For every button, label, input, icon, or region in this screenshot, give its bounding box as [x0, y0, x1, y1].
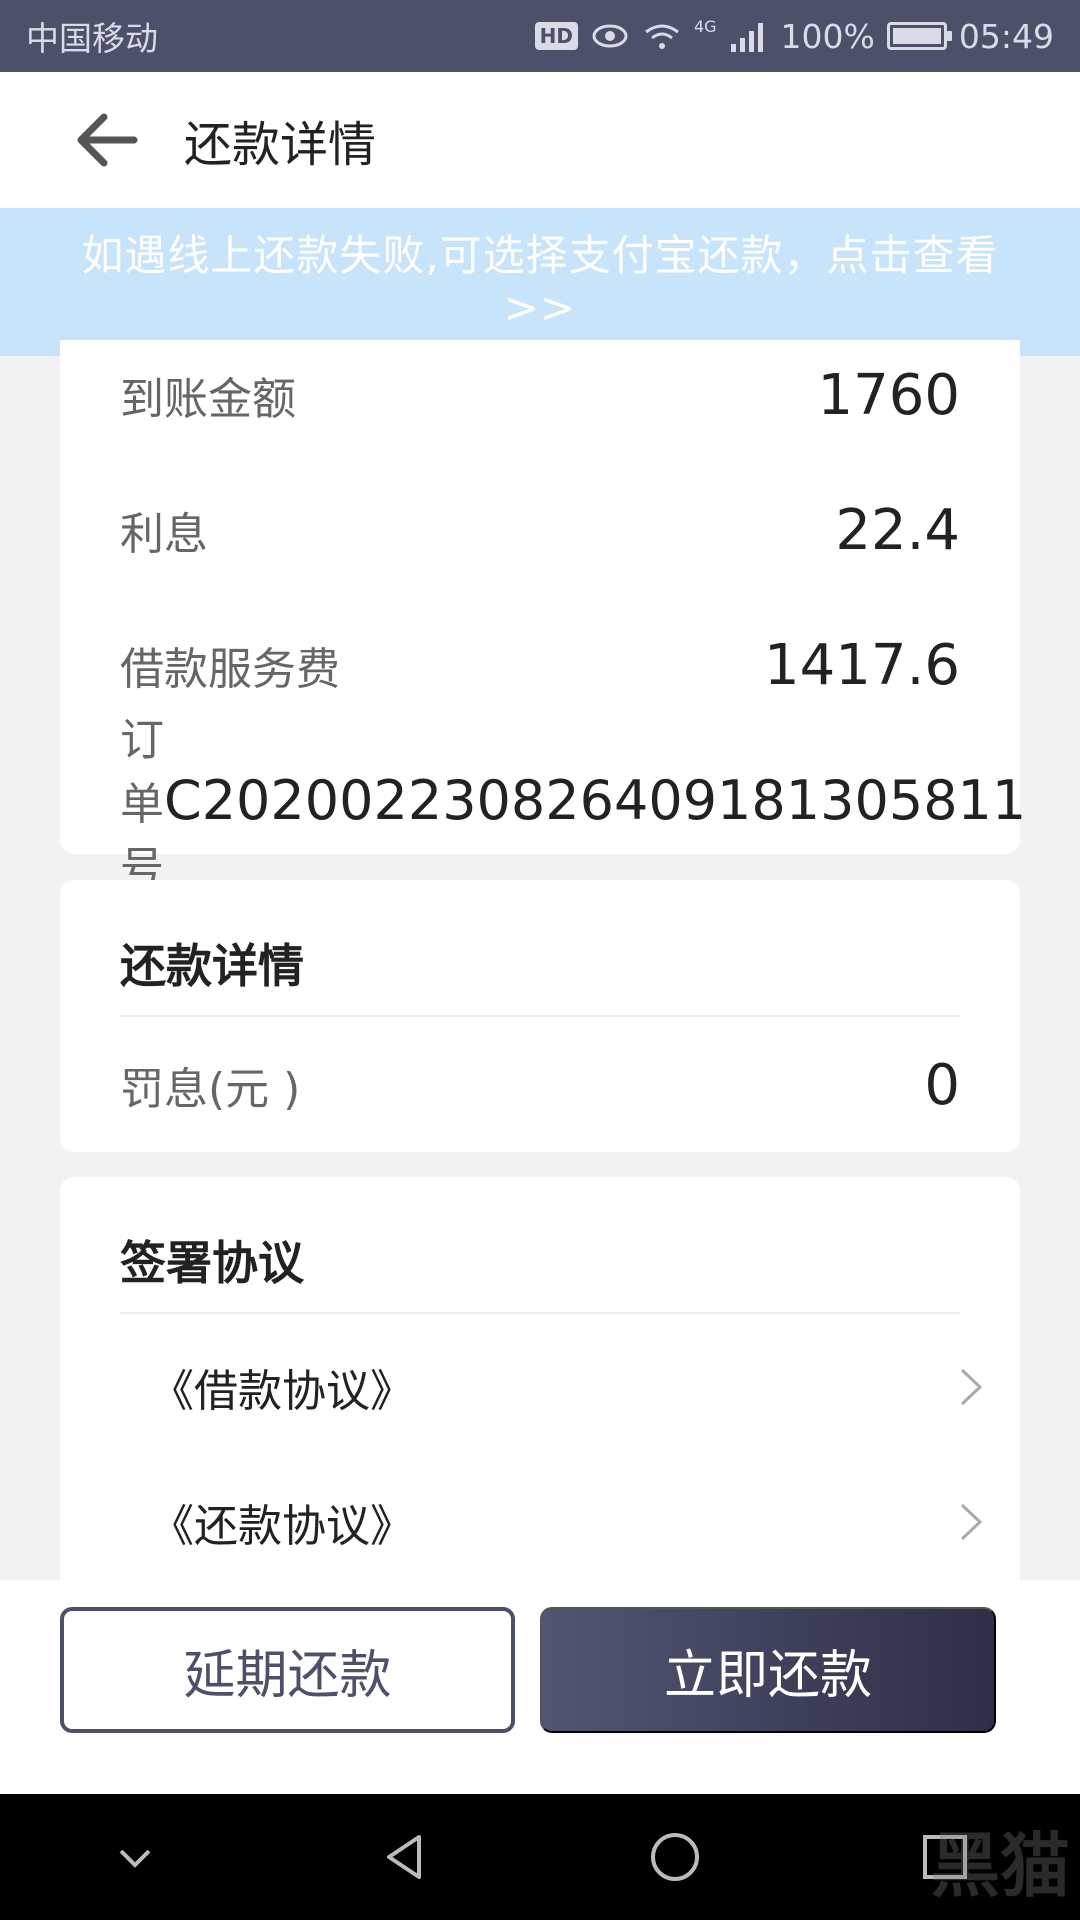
clock: 05:49	[958, 16, 1054, 56]
wifi-icon	[645, 24, 679, 49]
loan-agreement-link[interactable]: 《借款协议》	[150, 1342, 990, 1432]
detail-value: 1760	[817, 362, 960, 428]
signal-icon	[730, 23, 763, 52]
back-triangle-icon[interactable]	[375, 1827, 435, 1887]
back-button[interactable]	[52, 85, 162, 195]
battery-icon	[886, 22, 952, 50]
detail-value: 22.4	[835, 497, 960, 563]
alipay-notice-banner[interactable]: 如遇线上还款失败,可选择支付宝还款，点击查看 >>	[0, 208, 1080, 356]
network-type: 4G	[693, 16, 717, 36]
status-bar: 中国移动 HD 4G 100% 05:49	[0, 0, 1080, 72]
action-bar: 延期还款 立即还款	[0, 1580, 1080, 1794]
divider	[120, 1015, 960, 1017]
detail-label: 订单号	[120, 715, 164, 894]
detail-row: 利息 22.4	[120, 485, 960, 575]
detail-label: 利息	[120, 509, 208, 560]
chevron-right-icon	[960, 1368, 983, 1406]
detail-row: 订单号 C202002230826409181305811	[120, 715, 1026, 894]
watermark-logo: 黑猫	[930, 1824, 1070, 1907]
detail-label: 到账金额	[120, 374, 296, 425]
repay-details-card: 还款详情 罚息(元 ) 0	[60, 880, 1020, 1152]
divider	[120, 1312, 960, 1314]
agreement-label: 《借款协议》	[150, 1366, 414, 1417]
arrow-left-icon	[77, 113, 138, 167]
order-number: C202002230826409181305811	[164, 768, 1027, 832]
eye-icon	[592, 24, 628, 48]
agreements-card: 签署协议 《借款协议》 《还款协议》	[60, 1177, 1020, 1580]
detail-value: 1417.6	[764, 632, 960, 698]
detail-label: 借款服务费	[120, 644, 340, 695]
page-title: 还款详情	[184, 117, 377, 173]
detail-row: 借款服务费 1417.6	[120, 620, 960, 710]
repay-agreement-link[interactable]: 《还款协议》	[150, 1477, 990, 1567]
carrier-name: 中国移动	[26, 19, 158, 58]
section-title: 签署协议	[120, 1236, 304, 1290]
app-header: 还款详情	[0, 72, 1080, 208]
chevron-down-icon[interactable]	[105, 1827, 165, 1887]
hd-badge: HD	[534, 22, 578, 50]
pay-now-button[interactable]: 立即还款	[540, 1607, 996, 1733]
extend-repayment-button[interactable]: 延期还款	[60, 1607, 515, 1733]
battery-percent: 100%	[780, 16, 875, 56]
chevron-right-icon	[960, 1503, 983, 1541]
penalty-value: 0	[924, 1052, 960, 1118]
home-circle-icon[interactable]	[645, 1827, 705, 1887]
section-title: 还款详情	[120, 939, 304, 993]
status-icons: HD 4G 100% 05:49	[534, 16, 1054, 56]
loan-details-card: 到账金额 1760 利息 22.4 借款服务费 1417.6 订单号 C2020…	[60, 340, 1026, 894]
penalty-row: 罚息(元 ) 0	[120, 1040, 960, 1130]
agreement-label: 《还款协议》	[150, 1501, 414, 1552]
detail-row: 到账金额 1760	[120, 350, 960, 440]
penalty-label: 罚息(元 )	[120, 1064, 301, 1115]
